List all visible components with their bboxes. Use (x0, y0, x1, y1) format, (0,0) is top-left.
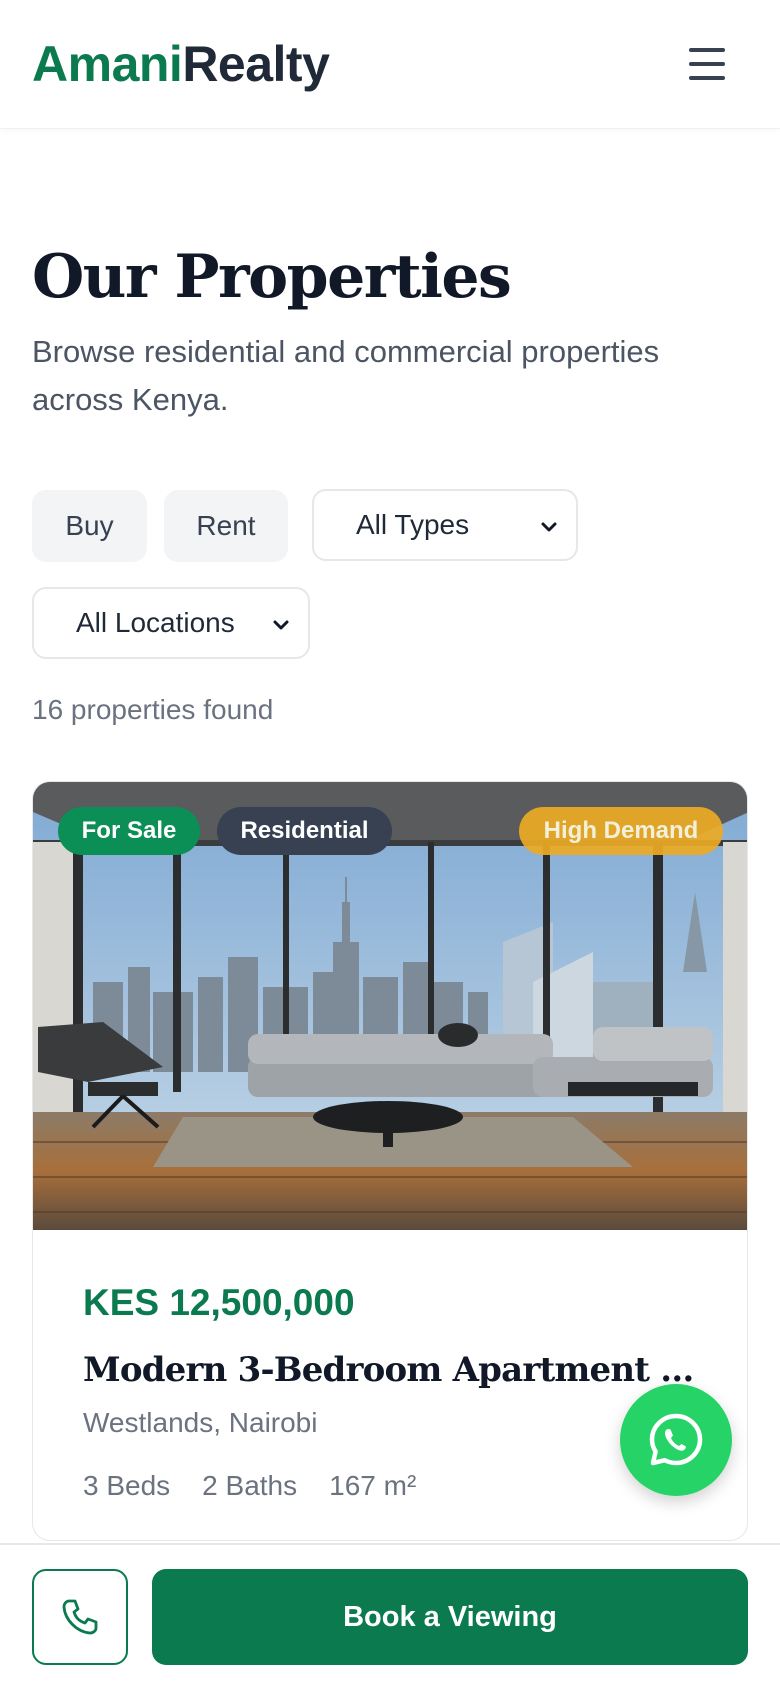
book-viewing-button[interactable]: Book a Viewing (152, 1569, 748, 1665)
property-type-select-value: All Types (356, 509, 470, 540)
phone-icon (62, 1599, 98, 1635)
location-select[interactable]: All Locations (32, 587, 310, 659)
property-location: Westlands, Nairobi (83, 1407, 318, 1438)
property-features: 3 Beds 2 Baths 167 m² (83, 1470, 416, 1502)
site-header: AmaniRealty (0, 0, 780, 129)
logo-part-amani: Amani (32, 36, 183, 92)
property-price: KES 12,500,000 (83, 1282, 355, 1323)
site-logo[interactable]: AmaniRealty (32, 34, 330, 94)
filter-buy-button[interactable]: Buy (32, 490, 147, 562)
chevron-down-icon (273, 620, 289, 630)
property-title[interactable]: Modern 3-Bedroom Apartment in... (83, 1347, 703, 1393)
location-select-value: All Locations (76, 607, 235, 638)
property-area: 167 m² (329, 1470, 417, 1501)
filter-rent-button[interactable]: Rent (164, 490, 288, 562)
page-subtitle: Browse residential and commercial proper… (32, 334, 660, 417)
logo-part-realty: Realty (182, 36, 330, 92)
bottom-action-bar: Book a Viewing (0, 1543, 780, 1688)
hamburger-menu-icon[interactable] (684, 44, 732, 84)
page-title: Our Properties (32, 242, 512, 312)
category-badge: Residential (217, 807, 392, 855)
results-count: 16 properties found (32, 694, 274, 725)
property-beds: 3 Beds (83, 1470, 171, 1501)
demand-badge: High Demand (519, 807, 723, 855)
chevron-down-icon (541, 522, 557, 532)
status-badge: For Sale (58, 807, 200, 855)
property-baths: 2 Baths (202, 1470, 298, 1501)
whatsapp-icon (649, 1413, 703, 1466)
call-button[interactable] (32, 1569, 128, 1665)
whatsapp-button[interactable] (620, 1384, 732, 1496)
property-type-select[interactable]: All Types (312, 489, 578, 561)
